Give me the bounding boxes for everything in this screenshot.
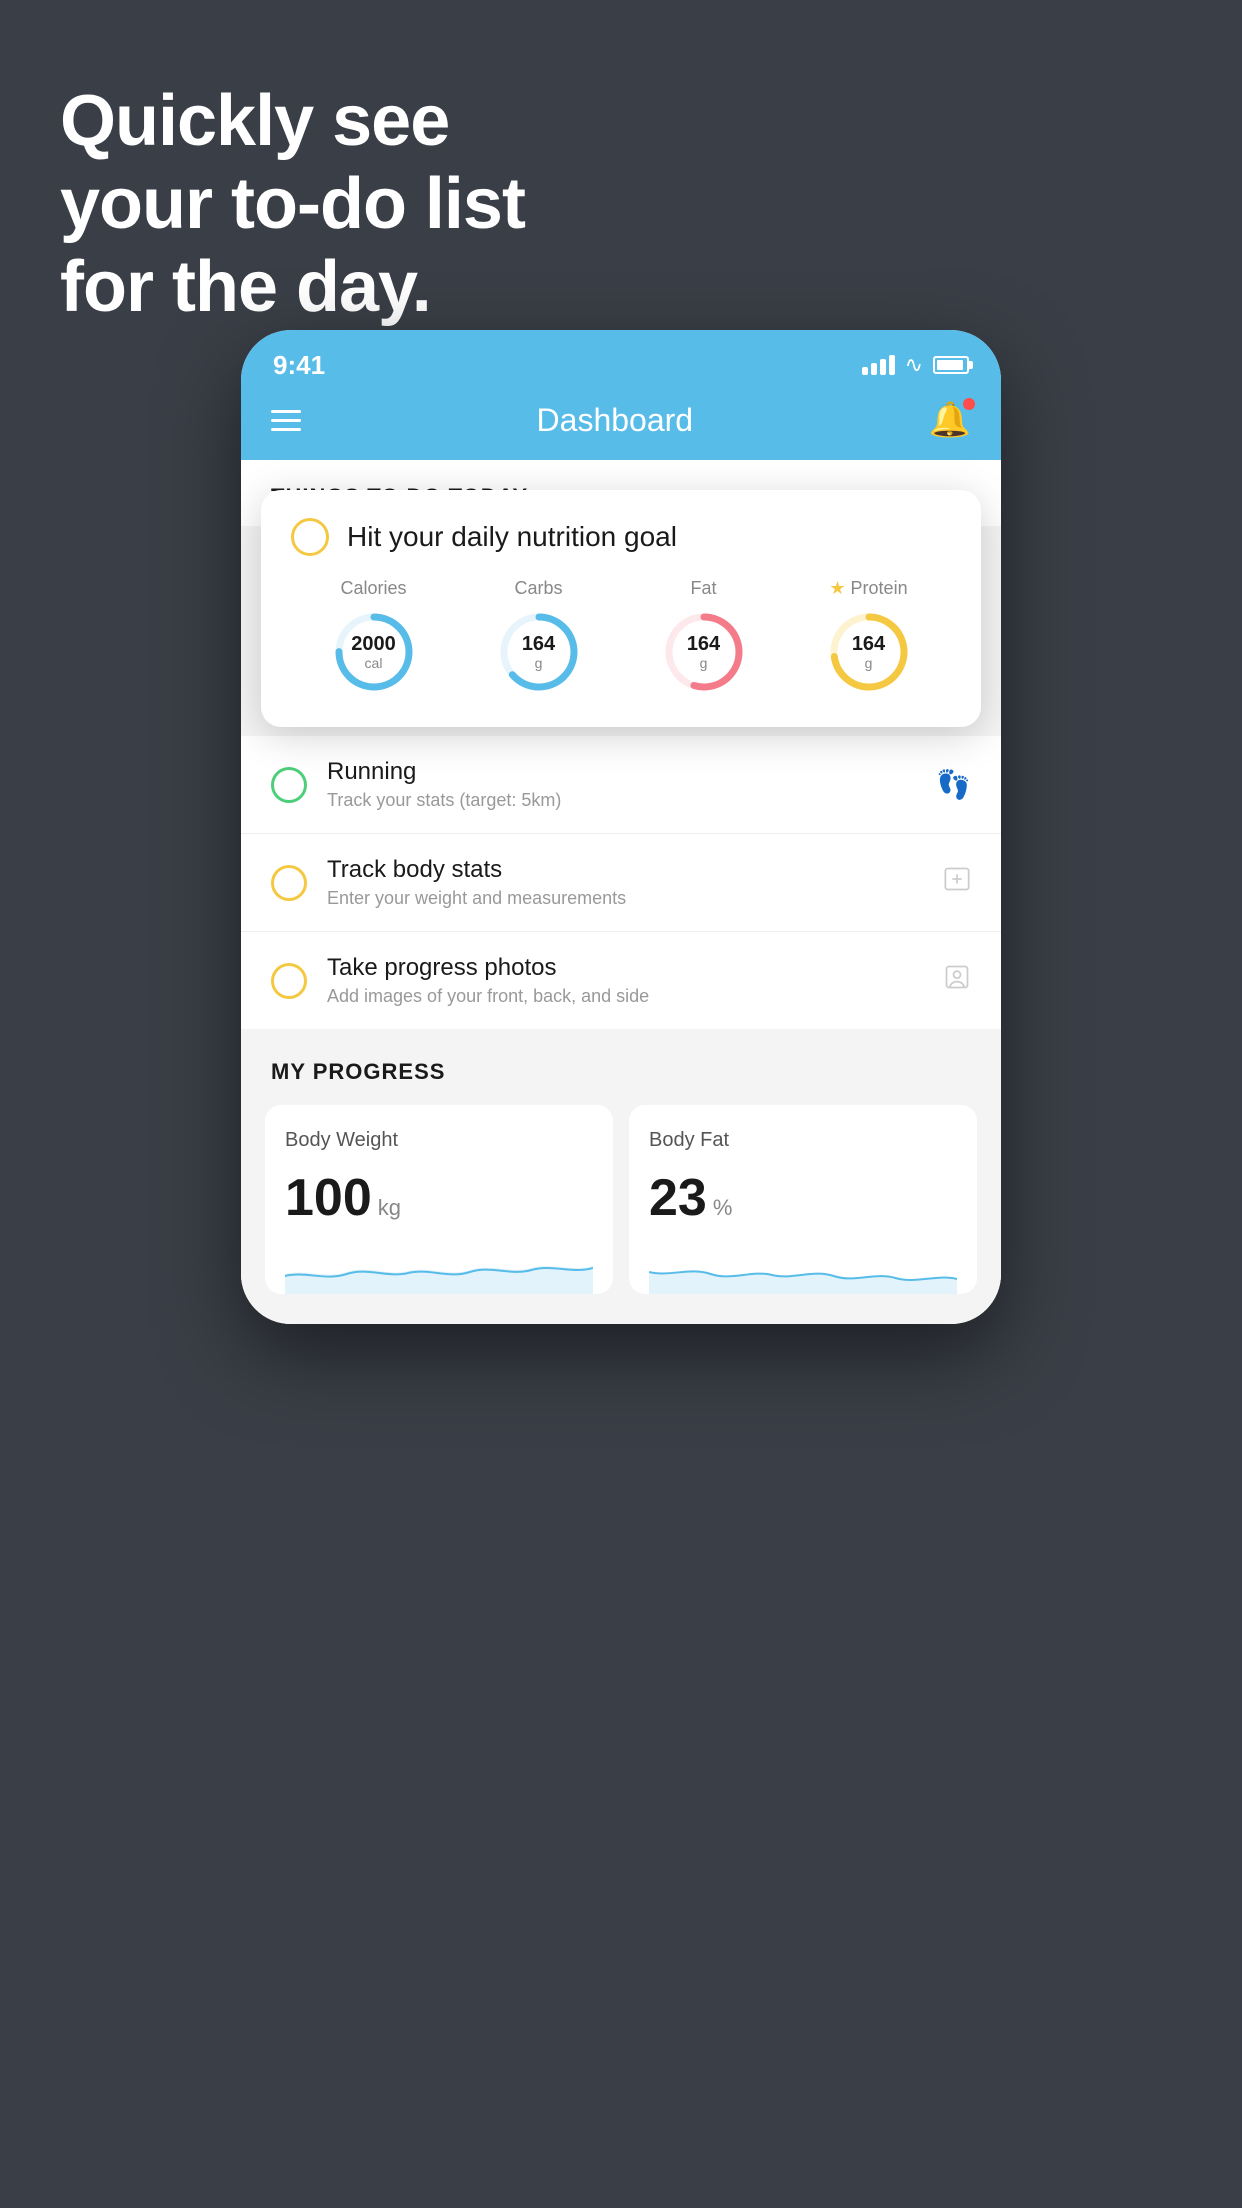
status-bar: 9:41 ∿ [241,330,1001,386]
star-icon: ★ [829,578,845,599]
body-weight-card[interactable]: Body Weight 100 kg [265,1105,613,1294]
todo-section: Running Track your stats (target: 5km) 👣… [241,736,1001,1029]
carbs-label: Carbs [514,578,562,599]
battery-icon [933,356,969,374]
portrait-icon [943,963,971,998]
body-fat-card[interactable]: Body Fat 23 % [629,1105,977,1294]
protein-label: ★ Protein [829,578,907,599]
status-icons: ∿ [862,352,969,378]
todo-text-running: Running Track your stats (target: 5km) [327,758,916,811]
body-weight-title: Body Weight [285,1129,593,1152]
body-fat-value: 23 % [649,1168,957,1228]
carbs-ring: 164 g [494,607,584,697]
header-title: Dashboard [537,402,694,439]
todo-subtitle-body-stats: Enter your weight and measurements [327,888,923,909]
notification-dot [963,398,975,410]
status-time: 9:41 [273,350,325,381]
body-weight-number: 100 [285,1168,372,1228]
todo-subtitle-photos: Add images of your front, back, and side [327,986,923,1007]
body-weight-value: 100 kg [285,1168,593,1228]
nutrition-card[interactable]: Hit your daily nutrition goal Calories 2… [261,490,981,727]
signal-icon [862,355,895,375]
todo-title-running: Running [327,758,916,786]
todo-checkbox-running[interactable] [271,767,307,803]
scale-icon [943,865,971,900]
app-header: Dashboard 🔔 [241,386,1001,460]
hamburger-line [271,410,301,413]
hamburger-line [271,419,301,422]
my-progress-section: MY PROGRESS Body Weight 100 kg [241,1029,1001,1324]
nutrition-card-title: Hit your daily nutrition goal [347,521,677,553]
hero-text: Quickly see your to-do list for the day. [60,80,525,328]
body-weight-wave [285,1244,593,1294]
fat-stat: Fat 164 g [659,578,749,697]
calories-stat: Calories 2000 cal [329,578,419,697]
fat-label: Fat [690,578,716,599]
calories-ring: 2000 cal [329,607,419,697]
wifi-icon: ∿ [905,352,923,378]
todo-checkbox-photos[interactable] [271,963,307,999]
todo-running[interactable]: Running Track your stats (target: 5km) 👣 [241,736,1001,834]
hamburger-menu[interactable] [271,410,301,431]
fat-ring: 164 g [659,607,749,697]
task-checkbox[interactable] [291,518,329,556]
protein-ring: 164 g [824,607,914,697]
body-fat-unit: % [713,1195,733,1221]
todo-body-stats[interactable]: Track body stats Enter your weight and m… [241,834,1001,932]
progress-section-title: MY PROGRESS [265,1059,977,1085]
todo-title-photos: Take progress photos [327,954,923,982]
todo-text-body-stats: Track body stats Enter your weight and m… [327,856,923,909]
body-fat-wave [649,1244,957,1294]
body-fat-number: 23 [649,1168,707,1228]
body-fat-title: Body Fat [649,1129,957,1152]
todo-text-photos: Take progress photos Add images of your … [327,954,923,1007]
body-weight-unit: kg [378,1195,401,1221]
todo-title-body-stats: Track body stats [327,856,923,884]
nutrition-stats: Calories 2000 cal Carbs [291,578,951,697]
calories-label: Calories [340,578,406,599]
notification-bell[interactable]: 🔔 [929,400,971,440]
shoe-icon: 👣 [936,768,971,801]
progress-cards: Body Weight 100 kg Body Fat [265,1105,977,1294]
content-area: THINGS TO DO TODAY Hit your daily nutrit… [241,460,1001,1324]
phone-mockup: 9:41 ∿ Dashboard 🔔 THI [241,330,1001,1324]
todo-photos[interactable]: Take progress photos Add images of your … [241,932,1001,1029]
card-title-row: Hit your daily nutrition goal [291,518,951,556]
todo-subtitle-running: Track your stats (target: 5km) [327,790,916,811]
carbs-stat: Carbs 164 g [494,578,584,697]
todo-checkbox-body-stats[interactable] [271,865,307,901]
hamburger-line [271,428,301,431]
protein-stat: ★ Protein 164 g [824,578,914,697]
